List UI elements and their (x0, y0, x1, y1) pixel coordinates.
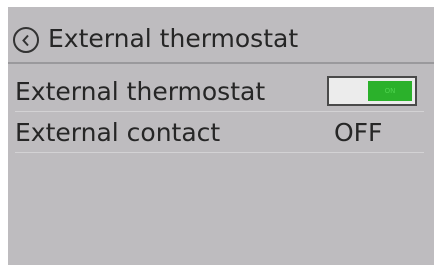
page-title: External thermostat (48, 24, 299, 53)
setting-row-external-contact[interactable]: External contact OFF (15, 112, 424, 153)
setting-label: External contact (15, 118, 221, 147)
external-contact-value: OFF (334, 118, 383, 147)
header-bar: External thermostat (8, 7, 434, 64)
external-thermostat-toggle[interactable]: ON (327, 76, 417, 106)
setting-label: External thermostat (15, 77, 266, 106)
chevron-left-icon (22, 34, 29, 47)
back-button[interactable] (13, 27, 39, 53)
setting-row-external-thermostat: External thermostat ON (15, 71, 424, 112)
toggle-on-indicator: ON (368, 81, 412, 101)
screen: External thermostat External thermostat … (0, 0, 442, 269)
